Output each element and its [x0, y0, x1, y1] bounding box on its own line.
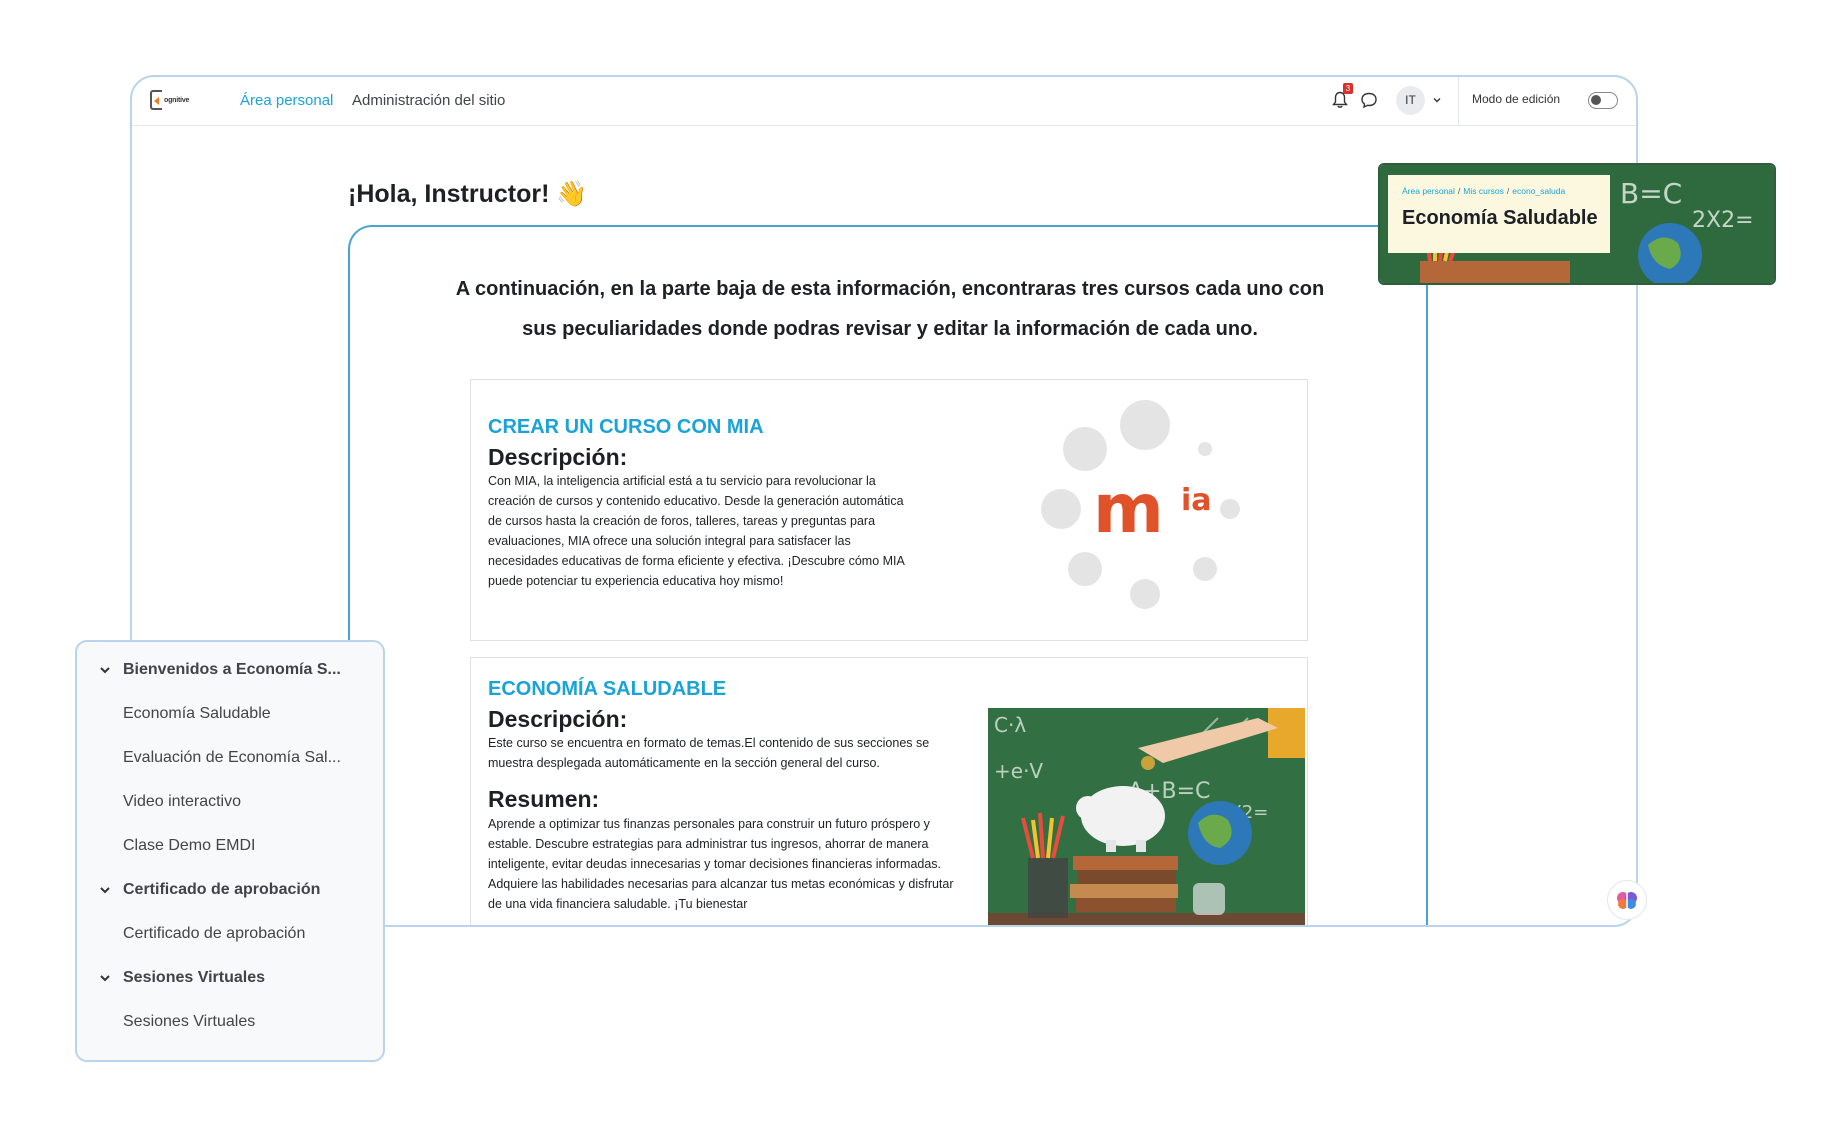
section-label: Sesiones Virtuales: [123, 969, 265, 986]
course-description: Este curso se encuentra en formato de te…: [488, 736, 930, 770]
course-header-overlay: B=C 2X2= Área personal / Mis cursos / econo_…: [1378, 163, 1776, 285]
piggy-bank-chalkboard-image: C·λ +e·V A+B=C 2X2=: [988, 708, 1305, 925]
svg-text:+e·V: +e·V: [994, 759, 1043, 783]
course-title[interactable]: ECONOMÍA SALUDABLE: [488, 678, 726, 701]
svg-text:B=C: B=C: [1620, 177, 1682, 210]
site-logo[interactable]: ognitive: [150, 88, 206, 112]
chevron-down-icon[interactable]: [99, 972, 111, 984]
course-card-economia: ECONOMÍA SALUDABLE Descripción: Este cur…: [470, 657, 1308, 925]
item-label: Evaluación de Economía Sal...: [123, 749, 341, 766]
section-label: Bienvenidos a Economía S...: [123, 661, 341, 678]
edit-mode-label: Modo de edición: [1472, 92, 1561, 106]
navbar-divider: [1458, 77, 1459, 125]
page-greeting: ¡Hola, Instructor! 👋: [348, 180, 588, 208]
course-index-item[interactable]: Economía Saludable: [77, 700, 383, 730]
intro-text: A continuación, en la parte baja de esta…: [455, 278, 1325, 340]
course-page-title: Economía Saludable: [1402, 207, 1598, 229]
welcome-panel: A continuación, en la parte baja de esta…: [348, 225, 1428, 925]
course-index-section[interactable]: Certificado de aprobación: [77, 876, 383, 906]
item-label: Sesiones Virtuales: [123, 1013, 256, 1030]
toggle-knob: [1591, 95, 1601, 105]
course-index-item[interactable]: Clase Demo EMDI: [77, 832, 383, 862]
chevron-down-icon[interactable]: [99, 884, 111, 896]
breadcrumb-separator: /: [1506, 186, 1510, 196]
summary-heading: Resumen:: [488, 786, 600, 812]
chevron-down-icon[interactable]: [99, 664, 111, 676]
brain-icon: [1617, 892, 1637, 909]
description-heading: Descripción:: [488, 706, 628, 732]
course-summary: Aprende a optimizar tus finanzas persona…: [488, 817, 954, 911]
item-label: Video interactivo: [123, 793, 241, 810]
svg-text:C·λ: C·λ: [994, 713, 1026, 737]
breadcrumb-separator: /: [1457, 186, 1461, 196]
nav-link-site-admin[interactable]: Administración del sitio: [352, 92, 505, 109]
breadcrumb: Área personal / Mis cursos / econo_saluda: [1402, 186, 1565, 196]
description-heading: Descripción:: [488, 444, 628, 470]
course-index-item[interactable]: Evaluación de Economía Sal...: [77, 744, 383, 774]
mia-logo-illustration: m ia: [1041, 400, 1240, 609]
top-navbar: ognitive Área personal Administración de…: [132, 77, 1636, 126]
breadcrumb-box: Área personal / Mis cursos / econo_saluda Ec…: [1388, 175, 1610, 253]
edit-mode-toggle[interactable]: [1588, 92, 1618, 109]
logo-text: ognitive: [164, 96, 190, 104]
user-avatar[interactable]: IT: [1396, 86, 1425, 115]
navbar-user-area: 3 IT Modo de edición: [1316, 77, 1636, 125]
course-index-panel: Bienvenidos a Economía S... Economía Sal…: [75, 640, 385, 1062]
notification-badge: 3: [1343, 83, 1353, 94]
course-index-item[interactable]: Certificado de aprobación: [77, 920, 383, 950]
course-index-section[interactable]: Bienvenidos a Economía S...: [77, 656, 383, 686]
course-title[interactable]: CREAR UN CURSO CON MIA: [488, 416, 764, 439]
svg-text:2X2=: 2X2=: [1692, 208, 1754, 233]
logo-mark-icon: [150, 90, 162, 110]
mia-logo-m: m: [1093, 470, 1164, 549]
breadcrumb-item[interactable]: Mis cursos: [1463, 186, 1504, 196]
section-label: Certificado de aprobación: [123, 881, 321, 898]
item-label: Certificado de aprobación: [123, 925, 306, 942]
course-index-section[interactable]: Sesiones Virtuales: [77, 964, 383, 994]
item-label: Economía Saludable: [123, 705, 271, 722]
breadcrumb-item[interactable]: econo_saluda: [1512, 186, 1565, 196]
course-description: Con MIA, la inteligencia artificial está…: [488, 474, 905, 588]
nav-link-area-personal[interactable]: Área personal: [240, 92, 333, 109]
course-index-item[interactable]: Video interactivo: [77, 788, 383, 818]
item-label: Clase Demo EMDI: [123, 837, 256, 854]
breadcrumb-item[interactable]: Área personal: [1402, 186, 1455, 196]
mia-logo-ia: ia: [1181, 483, 1212, 518]
chat-icon[interactable]: [1360, 91, 1378, 109]
course-card-mia: CREAR UN CURSO CON MIA Descripción: Con …: [470, 379, 1308, 641]
ai-assistant-button[interactable]: [1607, 880, 1647, 920]
course-index-item[interactable]: Sesiones Virtuales: [77, 1008, 383, 1038]
chevron-down-icon[interactable]: [1432, 95, 1442, 105]
